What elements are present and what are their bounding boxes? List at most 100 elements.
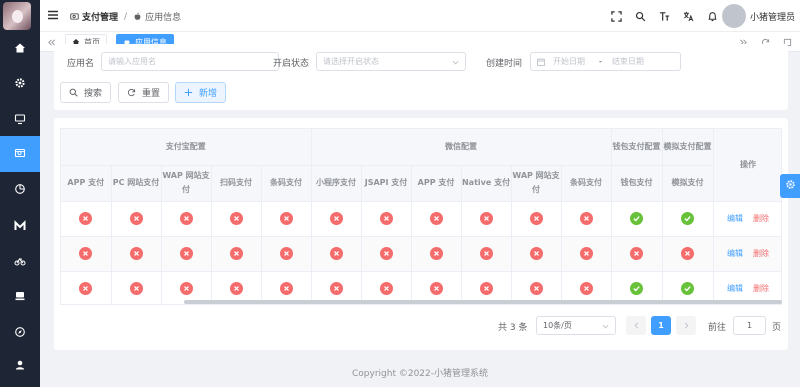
- column-header: JSAPI 支付: [361, 165, 412, 202]
- pie-chart-icon: [14, 183, 26, 198]
- sidebar-item-stamp[interactable]: [0, 279, 40, 315]
- delete-link[interactable]: 删除: [753, 214, 769, 223]
- app-name-placeholder: 请输入应用名: [108, 57, 156, 66]
- end-date-placeholder: 结束日期: [611, 57, 644, 66]
- reset-button[interactable]: 重置: [118, 82, 170, 103]
- chevron-left-icon: [634, 322, 638, 329]
- close-circle-icon: [129, 247, 143, 260]
- column-header: Native 支付: [461, 165, 512, 202]
- close-circle-icon: [379, 247, 393, 260]
- search-icon[interactable]: [628, 9, 652, 23]
- close-circle-icon: [229, 282, 243, 295]
- delete-link[interactable]: 删除: [753, 284, 769, 293]
- sidebar: [0, 0, 40, 387]
- add-button[interactable]: 新增: [175, 82, 227, 103]
- status-select[interactable]: 请选择开启状态: [316, 52, 466, 71]
- status-cell: [261, 236, 312, 272]
- check-circle-icon: [681, 212, 695, 225]
- status-cell: [111, 201, 162, 237]
- edit-link[interactable]: 编辑: [727, 249, 743, 258]
- page-size-select[interactable]: 10条/页: [536, 316, 616, 335]
- bell-icon[interactable]: [700, 9, 724, 23]
- monitor-icon: [14, 113, 26, 128]
- close-circle-icon: [579, 282, 593, 295]
- sidebar-item-compass[interactable]: [0, 315, 40, 351]
- status-cell: [211, 236, 262, 272]
- sidebar-item-system[interactable]: [0, 66, 40, 102]
- column-header: 小程序支付: [311, 165, 362, 202]
- close-circle-icon: [681, 247, 695, 260]
- status-cell: [561, 201, 612, 237]
- close-circle-icon: [179, 282, 193, 295]
- date-range-picker[interactable]: 开始日期 - 结束日期: [530, 52, 681, 71]
- page-1-button[interactable]: 1: [651, 316, 671, 335]
- prev-page-button[interactable]: [626, 316, 646, 335]
- pagination-total: 共 3 条: [498, 322, 528, 333]
- close-circle-icon: [79, 282, 93, 295]
- bicycle-icon: [14, 255, 26, 270]
- check-circle-icon: [630, 212, 644, 225]
- close-circle-icon: [479, 247, 493, 260]
- close-circle-icon: [179, 247, 193, 260]
- close-circle-icon: [529, 247, 543, 260]
- close-circle-icon: [579, 212, 593, 225]
- hamburger-icon[interactable]: [48, 10, 58, 20]
- current-page: 1: [658, 321, 664, 330]
- search-form: 应用名 请输入应用名 开启状态 请选择开启状态 创建时间 开始日期 - 结束日期…: [54, 44, 788, 110]
- delete-link[interactable]: 删除: [753, 249, 769, 258]
- app-name-label: 应用名: [67, 59, 95, 69]
- sidebar-item-stats[interactable]: [0, 172, 40, 208]
- sidebar-item-payment[interactable]: [0, 136, 40, 172]
- column-header: 扫码支付: [211, 165, 262, 202]
- status-cell: [611, 236, 663, 272]
- sidebar-item-monitor[interactable]: [0, 102, 40, 138]
- table-row: 编辑 删除: [61, 201, 781, 237]
- avatar[interactable]: [722, 4, 746, 28]
- status-cell: [61, 236, 112, 272]
- sidebar-item-home[interactable]: [0, 31, 40, 67]
- status-cell: [361, 236, 412, 272]
- username[interactable]: 小猪管理员: [750, 10, 795, 23]
- close-circle-icon: [79, 212, 93, 225]
- edit-link[interactable]: 编辑: [727, 284, 743, 293]
- close-circle-icon: [429, 282, 443, 295]
- column-header: 钱包支付: [611, 165, 663, 202]
- gear-icon: [785, 179, 796, 193]
- breadcrumb-parent[interactable]: 支付管理: [82, 10, 118, 23]
- operations-cell: 编辑 删除: [713, 201, 781, 237]
- close-circle-icon: [179, 212, 193, 225]
- sidebar-item-bicycle[interactable]: [0, 244, 40, 280]
- column-header: 模拟支付: [662, 165, 714, 202]
- horizontal-scrollbar[interactable]: [184, 300, 782, 304]
- page-size-value: 10条/页: [543, 321, 572, 330]
- status-cell: [662, 236, 714, 272]
- status-cell: [111, 236, 162, 272]
- close-circle-icon: [479, 282, 493, 295]
- sidebar-item-user[interactable]: [0, 348, 40, 384]
- status-label: 开启状态: [273, 59, 310, 69]
- search-button[interactable]: 搜索: [60, 82, 112, 103]
- apple-icon: [134, 12, 141, 20]
- column-header: WAP 网站支付: [161, 165, 212, 202]
- m-logo-icon: [14, 219, 26, 235]
- status-cell: [61, 201, 112, 237]
- group-header-wechat: 微信配置: [311, 129, 612, 166]
- next-page-button[interactable]: [676, 316, 696, 335]
- font-size-icon[interactable]: [652, 9, 676, 23]
- close-circle-icon: [529, 282, 543, 295]
- breadcrumb: 支付管理 / 应用信息: [70, 10, 181, 23]
- status-cell: [361, 201, 412, 237]
- translate-icon[interactable]: [676, 9, 700, 23]
- settings-drawer-button[interactable]: [780, 174, 800, 198]
- close-circle-icon: [529, 212, 543, 225]
- goto-page-value: 1: [746, 321, 753, 330]
- app-name-input[interactable]: 请输入应用名: [101, 52, 279, 71]
- goto-page-input[interactable]: 1: [733, 316, 766, 335]
- fullscreen-icon[interactable]: [604, 9, 628, 23]
- close-circle-icon: [429, 247, 443, 260]
- table-card: 支付宝配置 微信配置 钱包支付配置 模拟支付配置 操作 APP 支付 PC 网站支…: [54, 118, 788, 350]
- close-circle-icon: [279, 212, 293, 225]
- sidebar-item-m[interactable]: [0, 209, 40, 245]
- edit-link[interactable]: 编辑: [727, 214, 743, 223]
- close-circle-icon: [129, 282, 143, 295]
